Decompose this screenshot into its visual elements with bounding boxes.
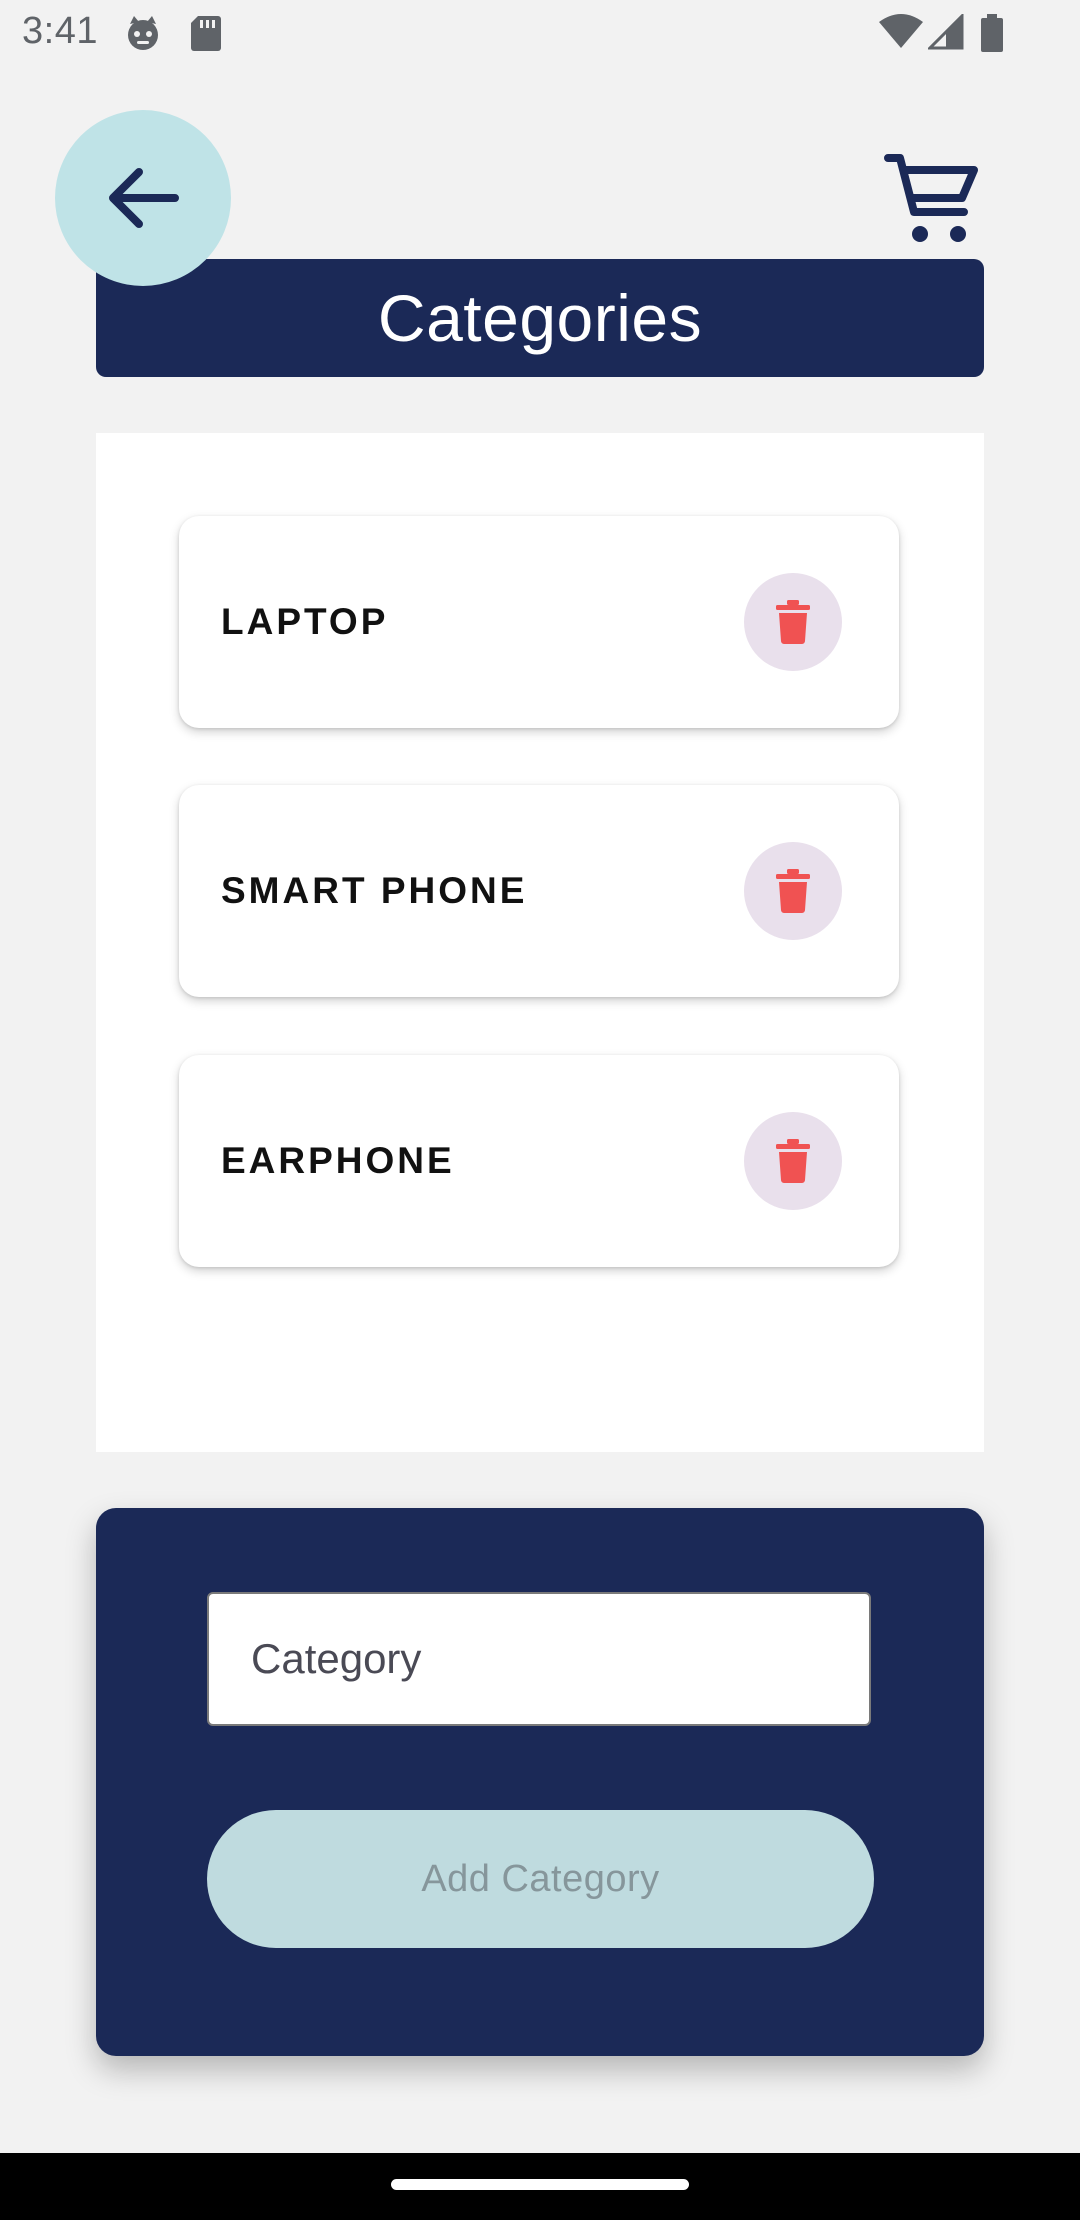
cart-button[interactable] <box>882 148 982 248</box>
trash-icon <box>776 600 810 644</box>
delete-category-button[interactable] <box>744 842 842 940</box>
home-indicator[interactable] <box>391 2179 689 2190</box>
shopping-cart-icon <box>884 154 978 242</box>
page-title: Categories <box>377 281 703 355</box>
category-card[interactable]: EARPHONE <box>179 1055 899 1267</box>
cat-face-icon <box>128 16 158 50</box>
category-label: LAPTOP <box>221 601 389 642</box>
back-button[interactable] <box>55 110 231 286</box>
arrow-left-icon <box>109 168 179 228</box>
status-time: 3:41 <box>22 10 98 52</box>
add-category-button[interactable]: Add Category <box>207 1810 874 1948</box>
category-card[interactable]: SMART PHONE <box>179 785 899 997</box>
navigation-bar <box>0 2153 1080 2220</box>
delete-category-button[interactable] <box>744 1112 842 1210</box>
cell-signal-icon <box>928 14 964 50</box>
battery-icon <box>981 14 1003 52</box>
category-label: EARPHONE <box>221 1140 455 1181</box>
category-card[interactable]: LAPTOP <box>179 516 899 728</box>
add-category-panel: Add Category <box>96 1508 984 2056</box>
category-input[interactable] <box>207 1592 871 1726</box>
category-list: LAPTOP SMART PHONE EARPHONE <box>96 433 984 1452</box>
status-bar: 3:41 <box>0 0 1080 66</box>
delete-category-button[interactable] <box>744 573 842 671</box>
trash-icon <box>776 869 810 913</box>
title-banner: Categories <box>96 259 984 377</box>
category-label: SMART PHONE <box>221 870 528 911</box>
trash-icon <box>776 1139 810 1183</box>
wifi-icon <box>879 14 923 48</box>
sd-card-icon <box>191 16 221 51</box>
